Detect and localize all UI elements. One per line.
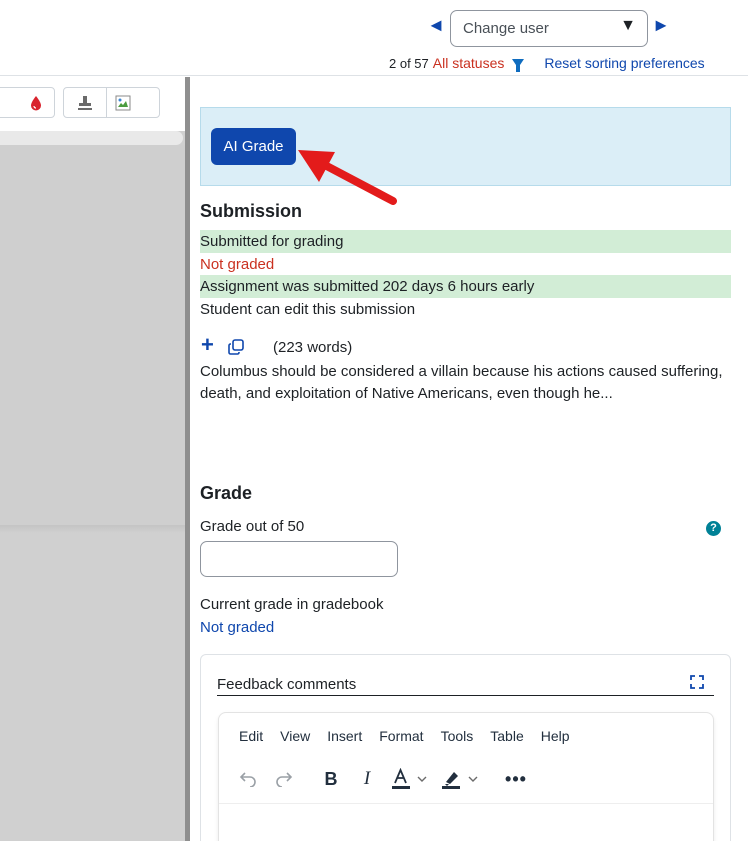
menu-table[interactable]: Table xyxy=(490,728,523,744)
grading-panel: AI Grade Submission Submitted for gradin… xyxy=(190,77,748,841)
red-pointer-arrow-icon xyxy=(298,150,397,205)
edit-permission-status: Student can edit this submission xyxy=(200,301,416,318)
ai-grade-button[interactable]: AI Grade xyxy=(211,128,296,165)
word-count: (223 words) xyxy=(273,339,353,356)
toolbar-separator xyxy=(106,88,107,117)
more-options-icon[interactable]: ••• xyxy=(505,767,527,791)
filter-funnel-icon[interactable] xyxy=(512,58,525,72)
undo-icon[interactable] xyxy=(237,767,259,791)
editor-toolbar: B I ••• xyxy=(219,761,713,801)
color-drop-icon xyxy=(30,95,41,110)
annotation-color-button[interactable] xyxy=(0,87,55,118)
next-user-arrow-icon[interactable]: ► xyxy=(651,14,671,36)
editor-menubar: Edit View Insert Format Tools Table Help xyxy=(239,728,587,744)
status-filter-link[interactable]: All statuses xyxy=(433,55,505,71)
redo-icon[interactable] xyxy=(273,767,295,791)
text-color-icon[interactable] xyxy=(391,767,431,791)
reset-sorting-link[interactable]: Reset sorting preferences xyxy=(544,55,704,71)
rich-text-editor[interactable]: Edit View Insert Format Tools Table Help… xyxy=(218,712,714,841)
user-counter: 2 of 57 xyxy=(389,55,429,71)
submission-heading: Submission xyxy=(200,201,303,221)
feedback-comments-label: Feedback comments xyxy=(217,676,714,696)
filter-row: 2 of 57 All statuses Reset sorting prefe… xyxy=(389,55,705,72)
current-grade-label: Current grade in gradebook xyxy=(200,596,384,613)
ai-grade-panel: AI Grade xyxy=(200,107,731,186)
grade-out-of-label: Grade out of 50 xyxy=(200,518,305,535)
copy-icon[interactable] xyxy=(228,339,244,355)
highlight-color-icon[interactable] xyxy=(441,767,483,791)
feedback-comments-card: Feedback comments Edit View Insert Forma… xyxy=(200,654,731,841)
current-grade-link[interactable]: Not graded xyxy=(200,619,274,636)
broken-image-icon[interactable] xyxy=(115,95,131,111)
italic-icon[interactable]: I xyxy=(357,767,377,791)
caret-down-icon: ▼ xyxy=(620,17,636,34)
menu-format[interactable]: Format xyxy=(379,728,423,744)
fullscreen-expand-icon[interactable] xyxy=(690,675,704,689)
menu-edit[interactable]: Edit xyxy=(239,728,263,744)
grade-input[interactable] xyxy=(200,541,398,577)
page-shadow xyxy=(0,525,185,533)
grading-navigation: ◄ Change user ▼ ► 2 of 57 All statuses R… xyxy=(0,0,748,76)
submission-status: Submitted for grading xyxy=(200,230,731,253)
stamp-tool-group[interactable] xyxy=(63,87,160,118)
bold-icon[interactable]: B xyxy=(321,767,341,791)
change-user-select[interactable]: Change user ▼ xyxy=(450,10,648,47)
menu-tools[interactable]: Tools xyxy=(441,728,474,744)
editor-content-area[interactable] xyxy=(219,803,713,841)
pdf-annotation-pane xyxy=(0,77,185,841)
menu-view[interactable]: View xyxy=(280,728,310,744)
expand-submission-plus-icon[interactable]: + xyxy=(201,334,217,356)
pdf-page-preview xyxy=(0,145,185,530)
horizontal-scrollbar[interactable] xyxy=(0,131,183,145)
previous-user-arrow-icon[interactable]: ◄ xyxy=(426,14,446,36)
menu-insert[interactable]: Insert xyxy=(327,728,362,744)
change-user-value: Change user xyxy=(463,20,549,37)
grade-heading: Grade xyxy=(200,483,253,503)
annotation-toolbar xyxy=(0,77,185,131)
menu-help[interactable]: Help xyxy=(541,728,570,744)
stamp-icon[interactable] xyxy=(77,95,93,111)
online-text-preview: Columbus should be considered a villain … xyxy=(200,363,723,402)
submission-timing: Assignment was submitted 202 days 6 hour… xyxy=(200,275,731,298)
help-icon[interactable]: ? xyxy=(706,521,721,536)
grading-status: Not graded xyxy=(200,256,275,273)
grading-app: ◄ Change user ▼ ► 2 of 57 All statuses R… xyxy=(0,0,748,841)
